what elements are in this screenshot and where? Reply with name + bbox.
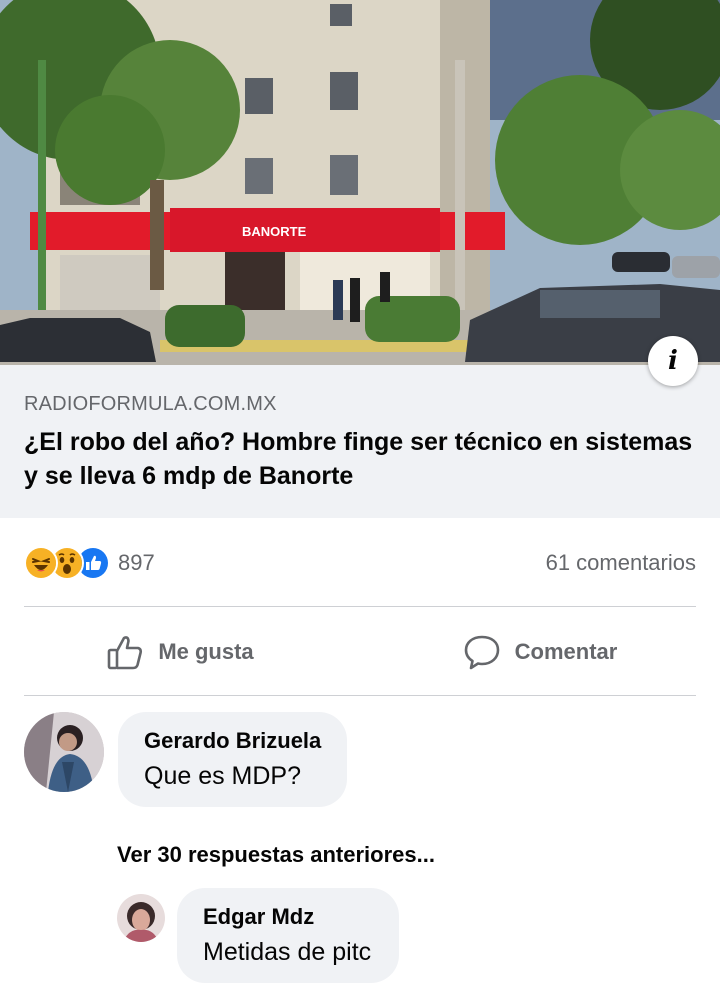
reply-item: Edgar Mdz Metidas de pitc [117,888,400,983]
like-button[interactable]: Me gusta [0,608,360,695]
reactions-summary[interactable]: 897 [24,546,155,580]
haha-reaction-icon [24,546,58,580]
comment-label: Comentar [514,638,618,664]
bank-sign-text: BANORTE [242,224,307,239]
reply-author[interactable]: Edgar Mdz [203,904,371,930]
comment-button[interactable]: Comentar [360,608,720,695]
like-label: Me gusta [158,638,254,664]
comment-bubble-icon [464,635,499,669]
divider [24,695,696,696]
link-domain: RADIOFORMULA.COM.MX [24,393,277,415]
info-icon[interactable]: i [648,336,698,386]
comment-author[interactable]: Gerardo Brizuela [144,728,321,754]
comments-count-link[interactable]: 61 comentarios [546,550,696,576]
avatar[interactable] [117,894,165,942]
link-preview-image[interactable]: BANORTE [0,0,720,365]
view-previous-replies-link[interactable]: Ver 30 respuestas anteriores... [117,842,435,868]
comment-item: Gerardo Brizuela Que es MDP? [24,712,348,807]
comment-text: Que es MDP? [144,762,302,790]
comment-bubble: Gerardo Brizuela Que es MDP? [118,712,348,807]
post-actions: Me gusta Comentar [0,608,720,695]
bank-building-photo: BANORTE [0,0,720,365]
divider [24,606,696,607]
reply-text: Metidas de pitc [203,938,372,966]
link-title[interactable]: ¿El robo del año? Hombre finge ser técni… [24,425,704,493]
avatar[interactable] [24,712,104,792]
reactions-bar: 897 61 comentarios [24,540,696,586]
thumbs-up-icon [108,635,143,669]
link-info[interactable]: RADIOFORMULA.COM.MX ¿El robo del año? Ho… [0,365,720,518]
reaction-count: 897 [118,550,155,575]
reply-bubble: Edgar Mdz Metidas de pitc [177,888,400,983]
